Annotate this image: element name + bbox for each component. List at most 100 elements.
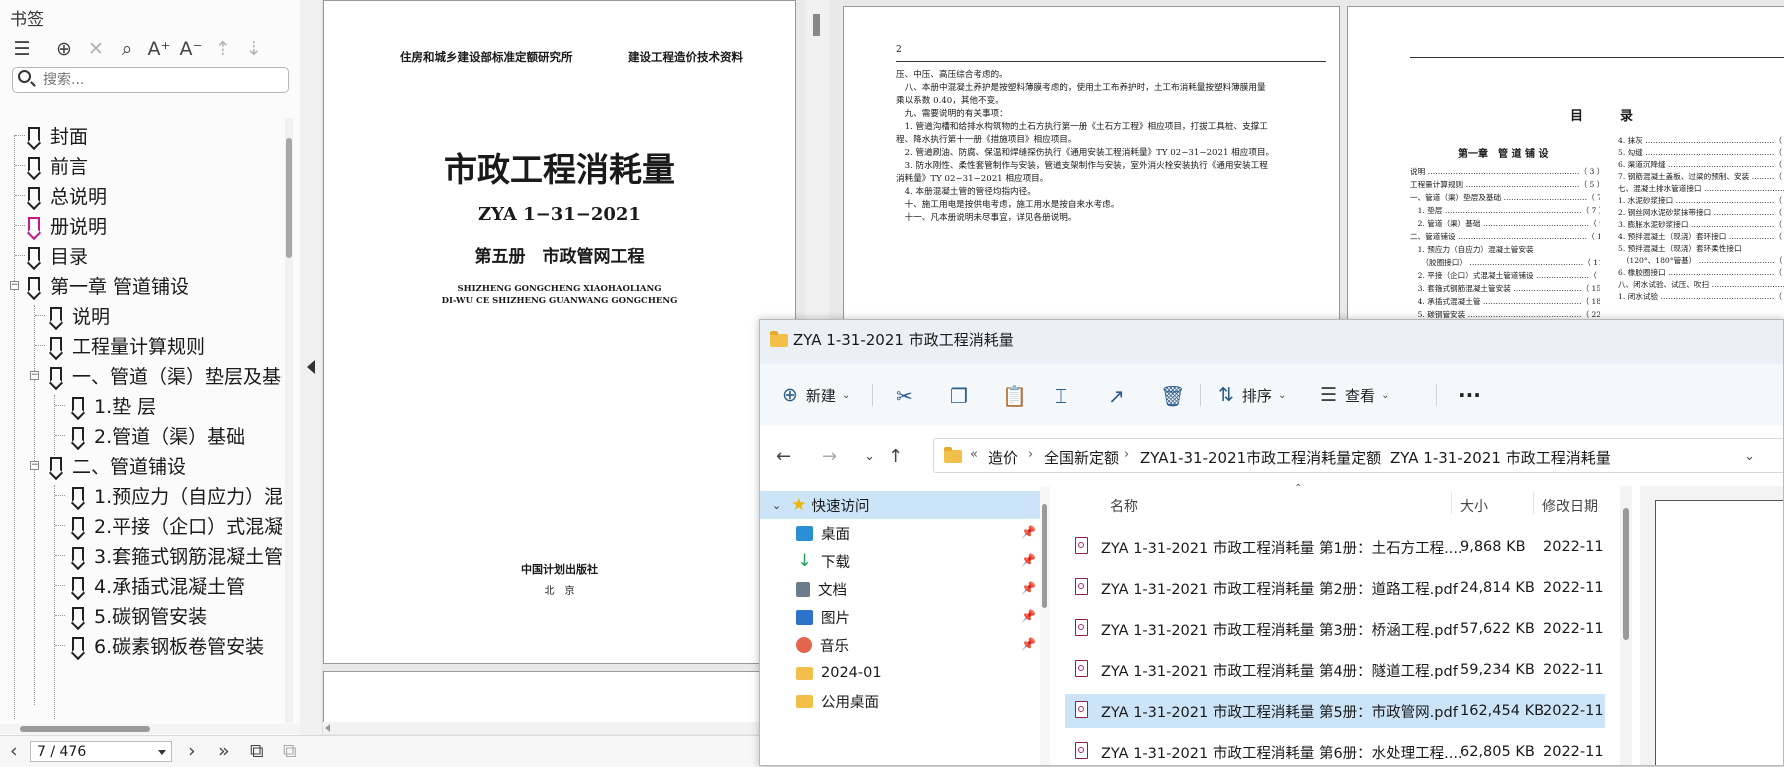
paste-icon[interactable]: 📋 — [1002, 384, 1027, 408]
rotate-page-icon[interactable]: ⧉ — [250, 740, 264, 762]
bookmark-rolled-steel-pipe[interactable]: 6.碳素钢板卷管安装 — [72, 628, 264, 662]
forward-arrow-icon[interactable]: → — [822, 446, 837, 467]
collapse-sidebar-handle[interactable] — [300, 0, 323, 735]
recent-locations-chevron-icon[interactable]: ⌄ — [864, 449, 875, 464]
bookmark-search-input[interactable] — [41, 70, 285, 90]
decrease-font-icon[interactable]: A⁻ — [177, 36, 205, 62]
nav-pictures[interactable]: 图片 📌 — [760, 603, 1040, 631]
up-arrow-icon[interactable]: ↑ — [888, 446, 903, 467]
file-row[interactable]: ZYA 1-31-2021 市政工程消耗量 第1册：土石方工程.... 9,86… — [1065, 530, 1605, 564]
nav-folder-2024-01[interactable]: 2024-01 — [760, 659, 1040, 687]
breadcrumb-item[interactable]: ZYA 1-31-2021 市政工程消耗量 — [1390, 447, 1611, 468]
address-bar[interactable]: « 造价 › 全国新定额 › ZYA1-31-2021市政工程消耗量定额 › Z… — [933, 438, 1783, 473]
file-row-selected[interactable]: ZYA 1-31-2021 市政工程消耗量 第5册：市政管网.pdf 162,4… — [1065, 694, 1605, 728]
collapse-toggle-icon[interactable]: − — [30, 461, 39, 470]
chevron-right-icon[interactable]: › — [1028, 447, 1033, 462]
more-options-button[interactable]: ··· — [1458, 380, 1481, 410]
bookmark-toc[interactable]: 目录 — [28, 238, 88, 272]
pin-icon[interactable]: 📌 — [1021, 609, 1036, 623]
delete-bookmark-icon[interactable]: ✕ — [82, 36, 110, 62]
column-header-size[interactable]: 大小 — [1460, 496, 1488, 516]
cover-city: 北 京 — [544, 586, 575, 597]
page-number: 2 — [896, 45, 902, 55]
pin-icon[interactable]: 📌 — [1021, 637, 1036, 651]
collapse-toggle-icon[interactable]: − — [30, 371, 39, 380]
nav-public-desktop[interactable]: 公用桌面 — [760, 687, 1040, 715]
share-icon[interactable]: ↗ — [1108, 384, 1125, 408]
find-bookmark-icon[interactable]: ⌕ — [113, 36, 141, 62]
new-button[interactable]: ⊕ 新建 ⌄ — [782, 380, 850, 410]
file-row[interactable]: ZYA 1-31-2021 市政工程消耗量 第6册：水处理工程.... 62,8… — [1065, 735, 1605, 765]
nav-desktop[interactable]: 桌面 📌 — [760, 519, 1040, 547]
bookmark-sleeve-pipe[interactable]: 3.套箍式钢筋混凝土管安装 — [72, 538, 282, 572]
scroll-left-icon[interactable] — [325, 724, 330, 732]
file-list-scrollbar[interactable] — [1620, 486, 1632, 765]
bookmark-prestressed-pipe[interactable]: 1.预应力（自应力）混凝土管安装 — [72, 478, 282, 512]
bookmark-ch1-notes[interactable]: 说明 — [50, 298, 110, 332]
nav-documents[interactable]: 文档 📌 — [760, 575, 1040, 603]
breadcrumb-item[interactable]: ZYA1-31-2021市政工程消耗量定额 — [1140, 447, 1381, 468]
toc-entry: 1. 水泥砂浆接口 …………………………………（ 10 — [1618, 196, 1784, 205]
sort-button[interactable]: ⇅ 排序 ⌄ — [1218, 380, 1286, 410]
navigation-pane-scrollbar[interactable] — [1040, 486, 1050, 765]
bookmark-general-notes[interactable]: 总说明 — [28, 178, 107, 212]
rename-icon[interactable]: ⌶ — [1055, 384, 1067, 408]
breadcrumb-item[interactable]: 造价 — [988, 447, 1018, 468]
file-row[interactable]: ZYA 1-31-2021 市政工程消耗量 第4册：隧道工程.pdf 59,23… — [1065, 653, 1605, 687]
bookmark-ch1-sec2[interactable]: 二、管道铺设 — [50, 448, 186, 482]
back-arrow-icon[interactable]: ← — [776, 446, 791, 467]
address-history-chevron-icon[interactable]: ⌄ — [1744, 449, 1755, 464]
bookmark-horizontal-scrollbar[interactable] — [0, 724, 300, 734]
last-page-icon[interactable]: » — [218, 740, 230, 762]
explorer-titlebar[interactable]: ZYA 1-31-2021 市政工程消耗量 — [760, 320, 1783, 364]
bookmark-pipe-foundation[interactable]: 2.管道（渠）基础 — [72, 418, 245, 452]
bookmark-volume-notes[interactable]: 册说明 — [28, 208, 107, 242]
bookmark-chapter1[interactable]: 第一章 管道铺设 — [28, 268, 189, 302]
pdf-vertical-scrollbar[interactable] — [805, 0, 829, 320]
add-bookmark-icon[interactable]: ⊕ — [50, 36, 78, 62]
chevron-right-icon[interactable]: › — [1124, 447, 1129, 462]
column-header-name[interactable]: 名称 — [1110, 496, 1138, 516]
view-list-icon: ☰ — [1320, 384, 1338, 406]
pdf-horizontal-scrollbar[interactable] — [323, 722, 763, 734]
bookmark-cover[interactable]: 封面 — [28, 118, 88, 152]
breadcrumb-overflow[interactable]: « — [970, 447, 978, 462]
breadcrumb-item[interactable]: 全国新定额 — [1044, 447, 1119, 468]
nav-music[interactable]: 音乐 📌 — [760, 631, 1040, 659]
cover-publisher: 中国计划出版社 — [521, 563, 598, 576]
bookmark-search-box[interactable] — [12, 67, 289, 93]
bookmark-preface[interactable]: 前言 — [28, 148, 88, 182]
pin-icon[interactable]: 📌 — [1021, 525, 1036, 539]
toc-entry: 2. 钢丝网水泥砂浆抹带接口 ……………………（ 10 — [1618, 208, 1784, 217]
increase-font-icon[interactable]: A⁺ — [145, 36, 173, 62]
bookmark-ch1-rules[interactable]: 工程量计算规则 — [50, 328, 205, 362]
chevron-right-icon[interactable]: › — [1374, 447, 1379, 462]
multi-page-icon[interactable]: ⧉ — [283, 740, 297, 762]
cut-icon[interactable]: ✂ — [896, 384, 913, 408]
file-row[interactable]: ZYA 1-31-2021 市政工程消耗量 第3册：桥涵工程.pdf 57,62… — [1065, 612, 1605, 646]
promote-bookmark-icon[interactable]: ⇡ — [209, 36, 237, 62]
copy-icon[interactable]: ❐ — [950, 384, 968, 408]
bookmark-socket-pipe[interactable]: 4.承插式混凝土管 — [72, 568, 245, 602]
bookmark-steel-pipe[interactable]: 5.碳钢管安装 — [72, 598, 207, 632]
nav-quick-access[interactable]: ⌄ ★ 快速访问 — [760, 491, 1040, 519]
bookmark-vertical-scrollbar[interactable] — [285, 118, 293, 723]
previous-page-icon[interactable]: ‹ — [10, 740, 18, 762]
column-header-date[interactable]: 修改日期 — [1542, 496, 1598, 516]
bookmark-cushion[interactable]: 1.垫 层 — [72, 388, 156, 422]
nav-downloads[interactable]: ↓ 下载 📌 — [760, 547, 1040, 575]
bookmark-ch1-sec1[interactable]: 一、管道（渠）垫层及基础 — [50, 358, 282, 392]
next-page-icon[interactable]: › — [188, 740, 196, 762]
file-row[interactable]: ZYA 1-31-2021 市政工程消耗量 第2册：道路工程.pdf 24,81… — [1065, 571, 1605, 605]
demote-bookmark-icon[interactable]: ⇣ — [240, 36, 268, 62]
page-navigation-bar: ‹ 7 / 476 › » ⧉ ⧉ — [0, 735, 760, 767]
pin-icon[interactable]: 📌 — [1021, 553, 1036, 567]
collapse-toggle-icon[interactable]: − — [10, 281, 19, 290]
delete-icon[interactable]: 🗑 — [1160, 384, 1185, 408]
expand-all-icon[interactable]: ☰ — [8, 36, 36, 62]
pdf-page-cover: 住房和城乡建设部标准定额研究所 建设工程造价技术资料 市政工程消耗量 ZYA 1… — [323, 0, 796, 664]
page-number-box[interactable]: 7 / 476 — [30, 741, 172, 762]
view-button[interactable]: ☰ 查看 ⌄ — [1320, 380, 1389, 410]
pin-icon[interactable]: 📌 — [1021, 581, 1036, 595]
bookmark-flat-joint-pipe[interactable]: 2.平接（企口）式混凝土管道铺设 — [72, 508, 282, 542]
